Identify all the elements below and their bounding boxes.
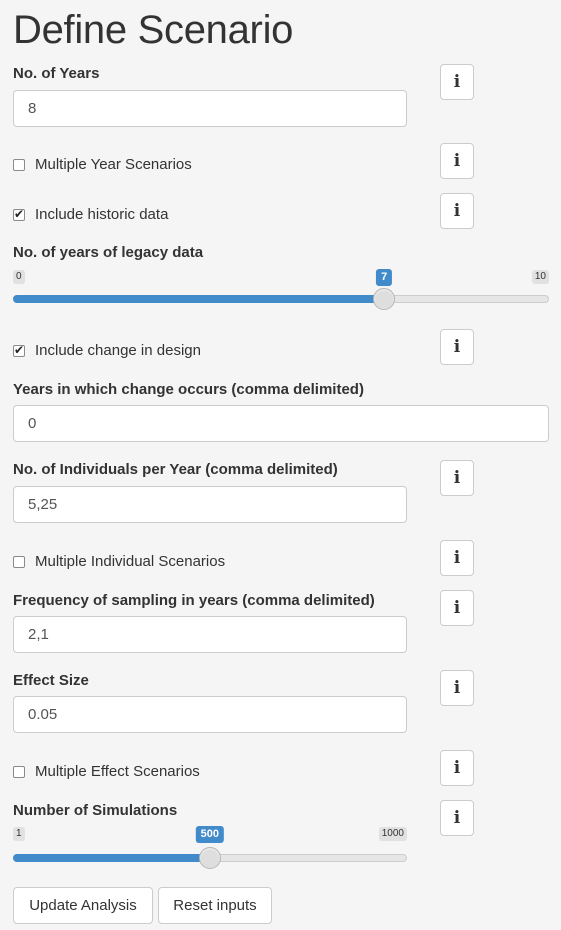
multi-effect-checkbox[interactable] [13,765,25,778]
change-years-label: Years in which change occurs (comma deli… [13,381,364,398]
multi-effect-label: Multiple Effect Scenarios [35,763,200,780]
historic-label: Include historic data [35,206,169,223]
multi-year-checkbox[interactable] [13,158,25,171]
slider-max-label: 1000 [378,827,407,841]
slider-max-label: 10 [531,270,549,284]
years-input[interactable]: 8 [13,90,407,127]
individuals-label: No. of Individuals per Year (comma delim… [13,461,338,478]
multi-indiv-info-button[interactable]: i [440,540,474,576]
slider-handle[interactable] [198,847,221,869]
checkmark-icon: ✔ [14,342,25,357]
info-icon: i [453,467,461,488]
simulations-info-button[interactable]: i [440,800,474,836]
individuals-info-button[interactable]: i [440,460,474,496]
multi-year-label: Multiple Year Scenarios [35,156,192,173]
effect-input[interactable]: 0.05 [13,696,407,733]
change-design-info-button[interactable]: i [440,329,474,365]
effect-info-button[interactable]: i [440,670,474,706]
info-icon: i [453,336,461,357]
frequency-input[interactable]: 2,1 [13,616,407,653]
multi-indiv-label: Multiple Individual Scenarios [35,553,226,570]
change-design-label: Include change in design [35,342,201,359]
multi-year-checkbox-row[interactable]: Multiple Year Scenarios [13,156,192,173]
frequency-info-button[interactable]: i [440,590,474,626]
multi-effect-info-button[interactable]: i [440,750,474,786]
info-icon: i [453,807,461,828]
slider-value-label: 500 [195,826,224,843]
info-icon: i [453,757,461,778]
frequency-label: Frequency of sampling in years (comma de… [13,592,375,609]
simulations-label: Number of Simulations [13,802,178,819]
info-icon: i [453,597,461,618]
change-design-checkbox-row[interactable]: ✔ Include change in design [13,342,201,359]
years-info-button[interactable]: i [440,64,474,100]
slider-value-label: 7 [376,269,393,286]
update-analysis-button[interactable]: Update Analysis [13,887,153,924]
checkmark-icon: ✔ [14,206,25,221]
info-icon: i [453,71,461,92]
info-icon: i [453,677,461,698]
slider-handle[interactable] [373,288,396,310]
change-design-checkbox[interactable]: ✔ [13,342,25,357]
page-title: Define Scenario [13,8,294,52]
info-icon: i [453,150,461,171]
historic-checkbox-row[interactable]: ✔ Include historic data [13,206,168,223]
legacy-label: No. of years of legacy data [13,244,204,261]
info-icon: i [453,200,461,221]
change-years-input[interactable]: 0 [13,405,549,442]
info-icon: i [453,547,461,568]
reset-inputs-button[interactable]: Reset inputs [158,887,272,924]
effect-label: Effect Size [13,672,89,689]
slider-fill [13,854,210,862]
historic-checkbox[interactable]: ✔ [13,206,25,221]
multi-indiv-checkbox-row[interactable]: Multiple Individual Scenarios [13,553,225,570]
multi-indiv-checkbox[interactable] [13,555,25,568]
slider-min-label: 0 [13,270,25,284]
slider-fill [13,295,385,303]
historic-info-button[interactable]: i [440,193,474,229]
years-label: No. of Years [13,65,100,82]
legacy-slider[interactable]: 0 10 7 [13,268,549,312]
individuals-input[interactable]: 5,25 [13,486,407,523]
multi-year-info-button[interactable]: i [440,143,474,179]
multi-effect-checkbox-row[interactable]: Multiple Effect Scenarios [13,763,200,780]
slider-min-label: 1 [13,827,25,841]
simulations-slider[interactable]: 1 1000 500 [13,825,407,869]
